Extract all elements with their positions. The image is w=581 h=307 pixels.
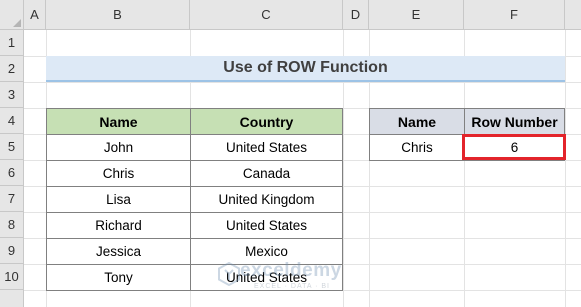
row-header-5[interactable]: 5 (0, 134, 24, 160)
column-header-b[interactable]: B (46, 0, 190, 30)
gridline (565, 30, 566, 307)
row-header-4[interactable]: 4 (0, 108, 24, 134)
column-header-a[interactable]: A (24, 0, 46, 30)
row-header-overflow (0, 290, 24, 307)
row-header-3[interactable]: 3 (0, 82, 24, 108)
column-header-overflow (565, 0, 581, 30)
row-header-7[interactable]: 7 (0, 186, 24, 212)
country-cell[interactable]: Canada (190, 160, 343, 187)
header-name[interactable]: Name (46, 108, 191, 135)
country-cell[interactable]: United Kingdom (190, 186, 343, 213)
row-header-8[interactable]: 8 (0, 212, 24, 238)
row-header-2[interactable]: 2 (0, 56, 24, 82)
column-header-e[interactable]: E (369, 0, 464, 30)
header-country[interactable]: Country (190, 108, 343, 135)
row-header-10[interactable]: 10 (0, 264, 24, 290)
country-cell[interactable]: Mexico (190, 238, 343, 265)
column-header-f[interactable]: F (464, 0, 565, 30)
result-header-row-number[interactable]: Row Number (464, 108, 565, 135)
spreadsheet-grid: A B C D E F 1 2 3 4 5 6 7 8 9 10 Use of … (0, 0, 581, 307)
column-header-c[interactable]: C (190, 0, 343, 30)
column-header-d[interactable]: D (343, 0, 369, 30)
name-cell[interactable]: Jessica (46, 238, 191, 265)
name-cell[interactable]: Tony (46, 264, 191, 291)
gridline (24, 82, 581, 83)
name-cell[interactable]: Lisa (46, 186, 191, 213)
select-all-triangle-icon (13, 19, 21, 27)
country-cell[interactable]: United States (190, 264, 343, 291)
name-cell[interactable]: Chris (46, 160, 191, 187)
name-cell[interactable]: Richard (46, 212, 191, 239)
name-cell[interactable]: John (46, 134, 191, 161)
row-header-1[interactable]: 1 (0, 30, 24, 56)
sheet-title[interactable]: Use of ROW Function (46, 56, 565, 82)
row-header-9[interactable]: 9 (0, 238, 24, 264)
country-cell[interactable]: United States (190, 134, 343, 161)
result-name-cell[interactable]: Chris (369, 134, 465, 161)
selected-cell-highlight (462, 134, 566, 160)
country-cell[interactable]: United States (190, 212, 343, 239)
row-header-6[interactable]: 6 (0, 160, 24, 186)
select-all-corner[interactable] (0, 0, 24, 30)
result-header-name[interactable]: Name (369, 108, 465, 135)
